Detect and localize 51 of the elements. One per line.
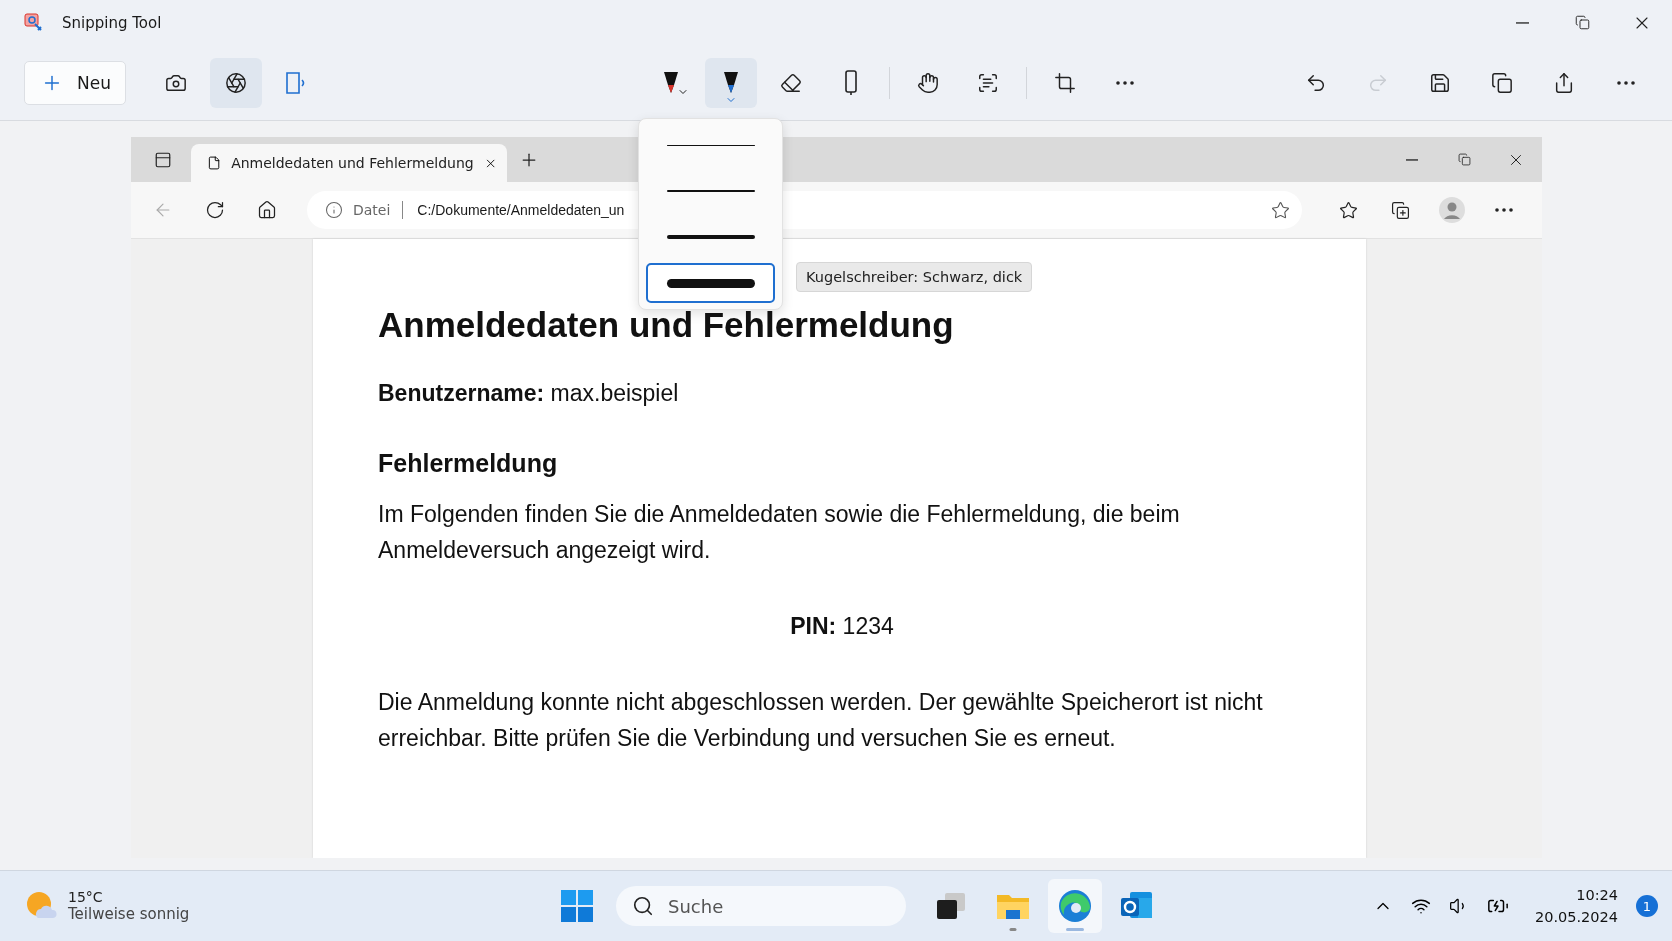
error-paragraph: Die Anmeldung konnte nicht abgeschlossen werden. Der gewählte Speicherort ist nicht erreichbar. Bitte prüfen Sie die Verbindung und versuchen Sie es erneut.: [378, 688, 1264, 753]
restore-icon: [1574, 15, 1590, 30]
tooltip: Kugelschreiber: Schwarz, dick: [796, 262, 1033, 292]
running-indicator: [1066, 928, 1084, 931]
capture-mode-button[interactable]: [209, 57, 262, 108]
more-icon: [1115, 80, 1134, 85]
panel-icon: [154, 150, 172, 169]
scheme-label: Datei: [353, 201, 404, 219]
wifi-icon[interactable]: [1410, 896, 1431, 916]
weather-condition: Teilweise sonnig: [68, 905, 190, 923]
weather-icon: [26, 891, 58, 921]
url-text: C:/Dokumente/Anmeldedaten_un: [416, 202, 626, 218]
app-logo-icon: [24, 12, 44, 33]
task-view-icon: [935, 891, 967, 921]
intro-paragraph: Im Folgenden finden Sie die Anmeldedaten sowie die Fehlermeldung, die beim Anmeldeversuch angezeigt wird.: [378, 500, 1181, 565]
search-icon: [632, 895, 654, 917]
crop-icon: [1053, 71, 1076, 94]
star-icon: [1338, 200, 1358, 220]
temperature: 15°C: [68, 889, 104, 905]
text-scan-icon: [976, 71, 999, 94]
pin-line: PIN: 1234: [789, 612, 895, 641]
tool-button[interactable]: [704, 57, 757, 108]
info-icon: [325, 201, 343, 219]
eraser-icon: [779, 71, 802, 94]
reload-icon: [205, 200, 225, 220]
minimize-icon: [1515, 21, 1529, 24]
ruler-icon: [843, 69, 858, 96]
running-indicator: [1009, 928, 1017, 931]
windows-logo-icon: [560, 889, 594, 923]
page-heading: Anmeldedaten und Fehlermeldung: [378, 305, 955, 345]
star-icon: [1271, 200, 1290, 220]
window-title: Snipping Tool: [62, 13, 163, 32]
collections-icon: [1390, 200, 1410, 220]
document-icon: [207, 154, 222, 172]
browser-icon: [1058, 889, 1092, 923]
browser-tab[interactable]: Anmeldedaten und Fehlermeldung: [191, 144, 507, 182]
clock-date: 20.05.2024: [1534, 908, 1618, 927]
notification-badge[interactable]: 1: [1636, 895, 1658, 917]
clock-time: 10:24: [1576, 886, 1618, 905]
search-field[interactable]: Suche: [616, 886, 906, 926]
username-line: Benutzername: max.beispiel: [378, 379, 680, 408]
new-button[interactable]: Neu: [24, 60, 126, 105]
hand-icon: [916, 71, 939, 94]
tab-title: Anmeldedaten und Fehlermeldung: [231, 155, 474, 171]
home-icon: [257, 200, 277, 220]
more-icon: [1495, 208, 1513, 212]
restore-icon: [1457, 153, 1471, 166]
avatar-icon: [1439, 197, 1465, 223]
minimize-icon: [1406, 158, 1418, 161]
section-heading: Fehlermeldung: [378, 449, 559, 478]
thickness-option[interactable]: [646, 263, 775, 303]
